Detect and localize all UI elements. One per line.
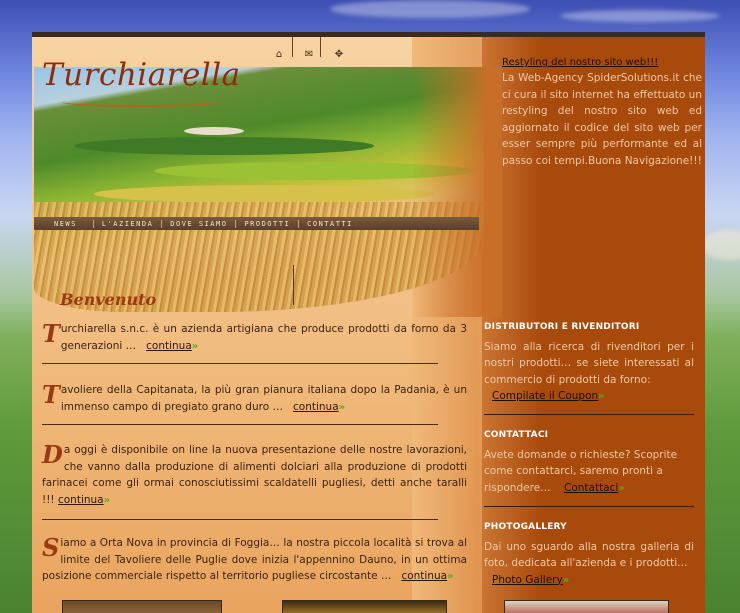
nav-news[interactable]: NEWS: [46, 219, 94, 228]
site-logo[interactable]: Turchiarella: [42, 57, 241, 93]
continue-link[interactable]: continua: [58, 494, 104, 506]
nav-prodotti[interactable]: PRODOTTI: [236, 219, 300, 228]
double-arrow-icon: »: [447, 571, 454, 582]
sidebar-distributori: DISTRIBUTORI E RIVENDITORI Siamo alla ri…: [484, 319, 694, 406]
section-title: CONTATTACI: [484, 430, 549, 440]
sitemap-icon[interactable]: ✥: [332, 49, 346, 60]
mail-icon[interactable]: ✉: [302, 49, 316, 60]
continue-link[interactable]: continua: [401, 570, 447, 582]
dropcap: S: [42, 533, 60, 562]
double-arrow-icon: »: [618, 482, 625, 494]
main-navigation: NEWS L'AZIENDA DOVE SIAMO PRODOTTI CONTA…: [34, 217, 479, 230]
nav-dove-siamo[interactable]: DOVE SIAMO: [162, 219, 237, 228]
restyling-title[interactable]: Restyling del nostro sito web!!!: [502, 57, 658, 68]
welcome-heading: Benvenuto: [60, 290, 157, 309]
continue-link[interactable]: continua: [146, 340, 192, 352]
home-icon[interactable]: ⌂: [272, 49, 286, 60]
page-container: Turchiarella ⌂ ✉ ✥ NEWS L'AZIENDA DOVE S…: [32, 32, 705, 613]
section-title: PHOTOGALLERY: [484, 522, 567, 532]
dropcap: T: [42, 319, 60, 348]
double-arrow-icon: »: [191, 340, 199, 352]
top-icons: ⌂ ✉ ✥: [272, 49, 346, 60]
double-arrow-icon: »: [103, 494, 111, 506]
dropcap: T: [42, 380, 60, 409]
continue-link[interactable]: continua: [293, 401, 339, 413]
coupon-link[interactable]: Compilate il Coupon: [492, 390, 598, 402]
news-item: T avoliere della Capitanata, la più gran…: [42, 380, 467, 413]
restyling-news: La Web-Agency SpiderSolutions.it che ci …: [502, 72, 702, 167]
product-thumbnail[interactable]: [62, 600, 222, 613]
double-arrow-icon: »: [562, 574, 570, 586]
photo-gallery-link[interactable]: Photo Gallery: [492, 574, 563, 586]
news-item: T urchiarella s.n.c. è un azienda artigi…: [42, 319, 467, 352]
section-title: DISTRIBUTORI E RIVENDITORI: [484, 322, 640, 332]
double-arrow-icon: »: [598, 391, 605, 402]
nav-azienda[interactable]: L'AZIENDA: [94, 219, 163, 228]
sidebar-photogallery: PHOTOGALLERY Dai uno sguardo alla nostra…: [484, 519, 694, 589]
product-thumbnail[interactable]: [504, 600, 669, 613]
product-thumbnail[interactable]: [282, 600, 447, 613]
news-item: S iamo a Orta Nova in provincia di Foggi…: [42, 533, 467, 583]
contattaci-link[interactable]: Contattaci: [564, 482, 618, 494]
sidebar-contattaci: CONTATTACI Avete domande o richieste? Sc…: [484, 427, 694, 497]
dropcap: D: [42, 440, 63, 469]
nav-contatti[interactable]: CONTATTI: [299, 220, 361, 228]
news-item: D a oggi è disponibile on line la nuova …: [42, 440, 467, 506]
double-arrow-icon: »: [338, 401, 346, 413]
